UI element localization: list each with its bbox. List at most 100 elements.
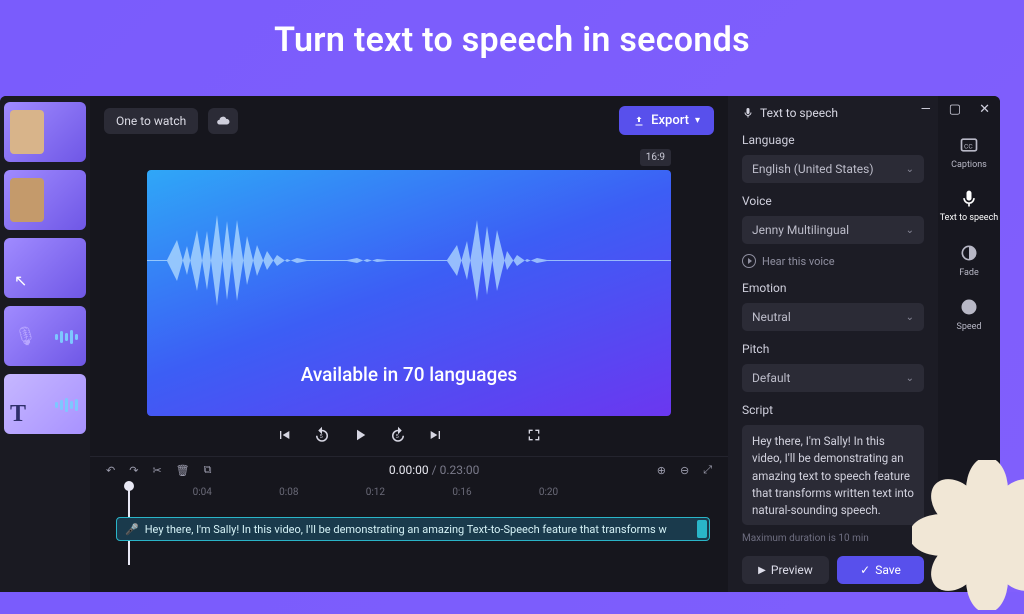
pitch-label: Pitch xyxy=(742,342,924,356)
rail-tts-label: Text to speech xyxy=(940,214,998,224)
check-icon: ✓ xyxy=(860,563,870,577)
panel-heading-text: Text to speech xyxy=(760,106,838,120)
rail-fade-label: Fade xyxy=(959,268,979,278)
emotion-value: Neutral xyxy=(752,310,791,324)
maximize-icon[interactable]: ▢ xyxy=(949,102,961,117)
hear-voice-button[interactable]: Hear this voice xyxy=(742,252,924,270)
fullscreen-icon[interactable] xyxy=(525,426,543,444)
save-button[interactable]: ✓ Save xyxy=(837,556,924,584)
panel-actions: ▶ Preview ✓ Save xyxy=(742,556,924,584)
preview-overlay-text: Available in 70 languages xyxy=(301,363,517,386)
minimize-icon[interactable]: — xyxy=(921,102,931,117)
rail-text-to-speech[interactable]: Text to speech xyxy=(940,188,998,224)
duplicate-icon[interactable]: ⧉ xyxy=(204,463,212,477)
play-circle-icon xyxy=(742,254,756,268)
undo-icon[interactable]: ↶ xyxy=(106,464,115,477)
skip-end-icon[interactable] xyxy=(427,426,445,444)
thumbnail-item[interactable]: ↖ xyxy=(4,238,86,298)
video-preview[interactable]: Available in 70 languages xyxy=(147,170,671,416)
language-select[interactable]: English (United States) ⌄ xyxy=(742,155,924,183)
thumbnail-item[interactable]: 🎙 xyxy=(4,306,86,366)
clip-resize-handle[interactable] xyxy=(697,520,707,538)
top-toolbar: One to watch Export ▾ xyxy=(90,96,728,145)
tts-panel: Text to speech Language English (United … xyxy=(728,96,938,592)
pitch-select[interactable]: Default ⌄ xyxy=(742,364,924,392)
timeline-ruler: 0:040:080:120:160:20 xyxy=(106,487,712,498)
language-label: Language xyxy=(742,133,924,147)
thumbnail-item[interactable] xyxy=(4,102,86,162)
script-label: Script xyxy=(742,403,924,417)
cut-icon[interactable]: ✂ xyxy=(152,464,161,477)
thumbnail-strip: ↖ 🎙 T xyxy=(0,96,90,592)
export-label: Export xyxy=(651,113,689,128)
captions-icon: CC xyxy=(958,134,980,156)
speed-icon xyxy=(958,296,980,318)
play-icon: ▶ xyxy=(758,565,766,576)
pitch-value: Default xyxy=(752,371,790,385)
decorative-flower xyxy=(912,460,1024,610)
rail-speed[interactable]: Speed xyxy=(956,296,981,332)
app-window: — ▢ ✕ ↖ 🎙 T One to watch xyxy=(0,96,1000,592)
microphone-icon xyxy=(742,107,754,119)
close-icon[interactable]: ✕ xyxy=(979,102,990,117)
svg-text:5: 5 xyxy=(320,434,323,440)
time-total: 0.23:00 xyxy=(440,463,480,477)
waveform-graphic xyxy=(147,200,671,320)
thumbnail-item[interactable]: T xyxy=(4,374,86,434)
microphone-icon: 🎙 xyxy=(14,326,37,347)
forward-5-icon[interactable]: 5 xyxy=(389,426,407,444)
time-display: 0.00:00 / 0.23:00 xyxy=(225,463,642,477)
preview-button[interactable]: ▶ Preview xyxy=(742,556,829,584)
voice-label: Voice xyxy=(742,194,924,208)
chevron-down-icon: ⌄ xyxy=(906,225,914,236)
preview-area: 16:9 Available in 70 languages 5 5 xyxy=(90,145,728,456)
rail-captions-label: Captions xyxy=(951,160,987,170)
upload-icon xyxy=(633,115,645,127)
redo-icon[interactable]: ↷ xyxy=(129,464,138,477)
chevron-down-icon: ⌄ xyxy=(906,373,914,384)
fade-icon xyxy=(958,242,980,264)
skip-start-icon[interactable] xyxy=(275,426,293,444)
svg-text:CC: CC xyxy=(964,142,973,150)
max-duration-note: Maximum duration is 10 min xyxy=(742,533,924,544)
mini-waveform-icon xyxy=(55,330,78,344)
delete-icon[interactable]: 🗑 xyxy=(176,464,190,477)
export-button[interactable]: Export ▾ xyxy=(619,106,714,135)
zoom-out-icon[interactable]: ⊖ xyxy=(680,464,689,477)
preview-button-label: Preview xyxy=(771,563,813,577)
time-current: 0.00:00 xyxy=(389,463,429,477)
play-icon[interactable] xyxy=(351,426,369,444)
hero-title: Turn text to speech in seconds xyxy=(0,0,1024,70)
timeline-toolbar: ↶ ↷ ✂ 🗑 ⧉ 0.00:00 / 0.23:00 ⊕ ⊖ ⤢ xyxy=(90,456,728,483)
svg-text:5: 5 xyxy=(396,434,399,440)
emotion-select[interactable]: Neutral ⌄ xyxy=(742,303,924,331)
zoom-fit-icon[interactable]: ⤢ xyxy=(703,463,712,477)
mini-waveform-icon xyxy=(55,398,78,412)
voice-value: Jenny Multilingual xyxy=(752,223,849,237)
rewind-5-icon[interactable]: 5 xyxy=(313,426,331,444)
project-name-pill[interactable]: One to watch xyxy=(104,108,198,134)
zoom-in-icon[interactable]: ⊕ xyxy=(657,464,666,477)
thumbnail-item[interactable] xyxy=(4,170,86,230)
main-editor: One to watch Export ▾ 16:9 Avai xyxy=(90,96,728,592)
voice-select[interactable]: Jenny Multilingual ⌄ xyxy=(742,216,924,244)
microphone-icon: 🎤 xyxy=(125,523,139,536)
chevron-down-icon: ▾ xyxy=(695,115,700,126)
language-value: English (United States) xyxy=(752,162,874,176)
hear-voice-label: Hear this voice xyxy=(762,255,835,268)
timeline[interactable]: 0:040:080:120:160:20 🎤 Hey there, I'm Sa… xyxy=(90,483,728,592)
rail-fade[interactable]: Fade xyxy=(958,242,980,278)
panel-heading: Text to speech xyxy=(742,106,924,120)
aspect-ratio-badge[interactable]: 16:9 xyxy=(640,149,671,166)
chevron-down-icon: ⌄ xyxy=(906,164,914,175)
window-controls: — ▢ ✕ xyxy=(921,102,990,117)
text-icon: T xyxy=(10,401,26,428)
audio-clip[interactable]: 🎤 Hey there, I'm Sally! In this video, I… xyxy=(116,517,710,541)
emotion-label: Emotion xyxy=(742,281,924,295)
cloud-sync-icon[interactable] xyxy=(208,108,238,134)
rail-captions[interactable]: CC Captions xyxy=(951,134,987,170)
clip-text: Hey there, I'm Sally! In this video, I'l… xyxy=(145,523,667,536)
chevron-down-icon: ⌄ xyxy=(906,312,914,323)
playback-controls: 5 5 xyxy=(275,416,543,454)
script-textarea[interactable]: Hey there, I'm Sally! In this video, I'l… xyxy=(742,425,924,525)
